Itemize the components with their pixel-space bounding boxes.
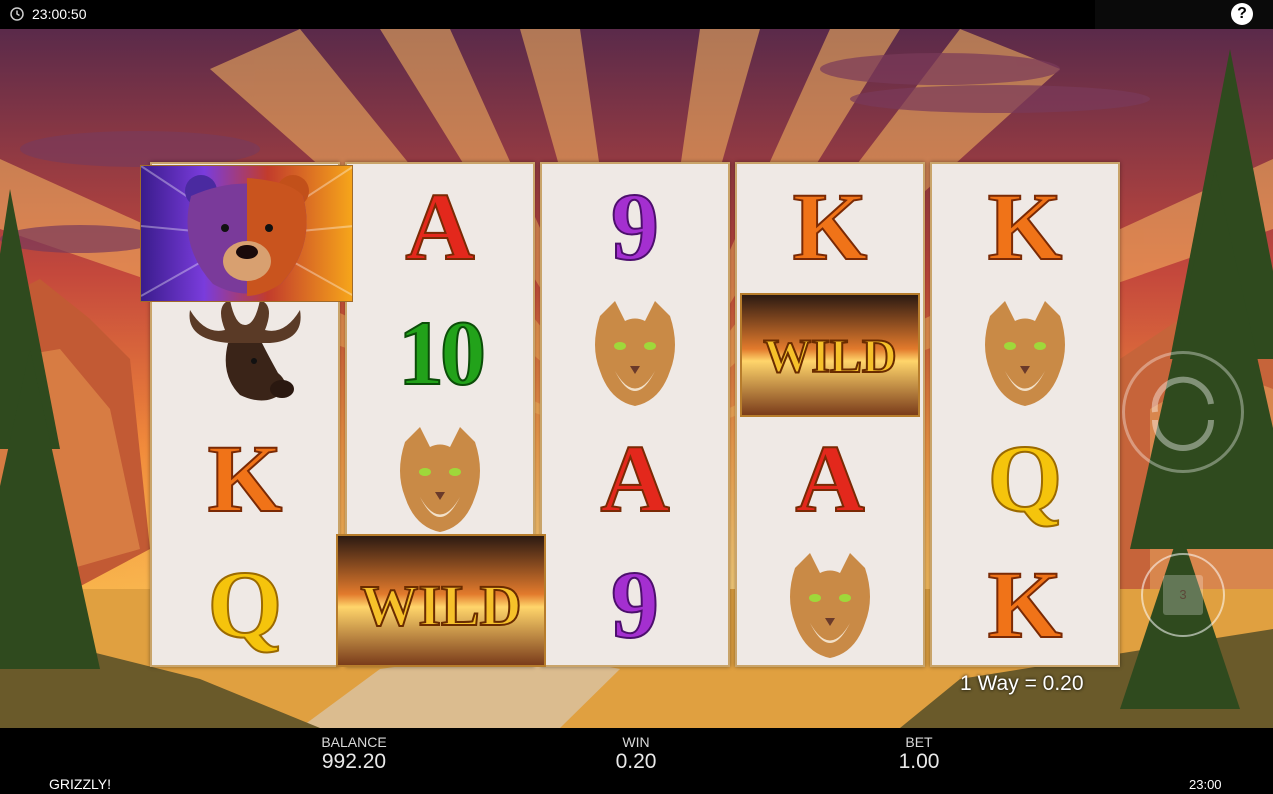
symbol-wild: WILD	[740, 293, 920, 417]
autoplay-button[interactable]: 3	[1141, 553, 1225, 637]
letter-a: A	[404, 173, 475, 280]
symbol-bear	[140, 165, 353, 302]
game-title: GRIZZLY!	[49, 776, 111, 792]
letter-9: 9	[610, 173, 660, 280]
letter-k: K	[792, 173, 869, 280]
cougar-icon	[985, 300, 1065, 406]
grizzly-bear-icon	[141, 166, 352, 297]
status-time: 23:00:50	[32, 6, 87, 22]
clock-icon	[10, 7, 24, 21]
wild-label: WILD	[762, 329, 897, 384]
letter-9: 9	[610, 551, 660, 658]
symbol-cougar	[542, 290, 728, 416]
cougar-icon	[790, 552, 870, 658]
letter-a: A	[599, 425, 670, 532]
symbol-wild: WILD	[336, 534, 546, 667]
letter-k: K	[987, 551, 1064, 658]
game-scene: K Q A 10 9 A 9 K A K Q K WILD WILD 3	[0, 29, 1273, 728]
symbol-k: K	[152, 416, 338, 542]
wild-label: WILD	[359, 572, 522, 639]
help-button[interactable]: ?	[1231, 3, 1253, 25]
letter-a: A	[794, 425, 865, 532]
symbol-10: 10	[347, 290, 533, 416]
symbol-cougar	[932, 290, 1118, 416]
symbol-a: A	[737, 416, 923, 542]
symbol-a: A	[542, 416, 728, 542]
symbol-k: K	[737, 164, 923, 290]
moose-icon	[189, 300, 301, 401]
reel-5: K Q K	[930, 162, 1120, 667]
balance-label: BALANCE	[321, 734, 387, 750]
autoplay-box: 3	[1163, 575, 1203, 615]
win-value: 0.20	[615, 750, 657, 773]
cougar-icon	[595, 300, 675, 406]
letter-10: 10	[397, 302, 487, 404]
cougar-icon	[400, 426, 480, 532]
symbol-moose	[152, 292, 338, 418]
symbol-k: K	[932, 542, 1118, 668]
bet-label: BET	[905, 734, 933, 750]
symbol-9: 9	[542, 542, 728, 668]
symbol-a: A	[347, 164, 533, 290]
win-label: WIN	[622, 734, 650, 750]
balance-value: 992.20	[321, 750, 387, 773]
symbol-q: Q	[152, 542, 338, 668]
spin-arrows-icon	[1151, 376, 1214, 451]
letter-q: Q	[207, 551, 284, 658]
symbol-cougar	[737, 542, 923, 668]
letter-k: K	[987, 173, 1064, 280]
bet-value: 1.00	[898, 750, 940, 773]
symbol-9: 9	[542, 164, 728, 290]
symbol-k: K	[932, 164, 1118, 290]
game-clock: 23:00	[1189, 777, 1222, 792]
ways-info: 1 Way = 0.20	[960, 672, 1084, 695]
reel-3: 9 A 9	[540, 162, 730, 667]
symbol-cougar	[347, 416, 533, 542]
symbol-q: Q	[932, 416, 1118, 542]
spin-button[interactable]	[1122, 351, 1244, 473]
status-bar: 23:00:50 ?	[0, 0, 1273, 29]
letter-k: K	[207, 425, 284, 532]
bottom-hud: BALANCE 992.20 WIN 0.20 BET 1.00 GRIZZLY…	[0, 728, 1273, 794]
letter-q: Q	[987, 425, 1064, 532]
